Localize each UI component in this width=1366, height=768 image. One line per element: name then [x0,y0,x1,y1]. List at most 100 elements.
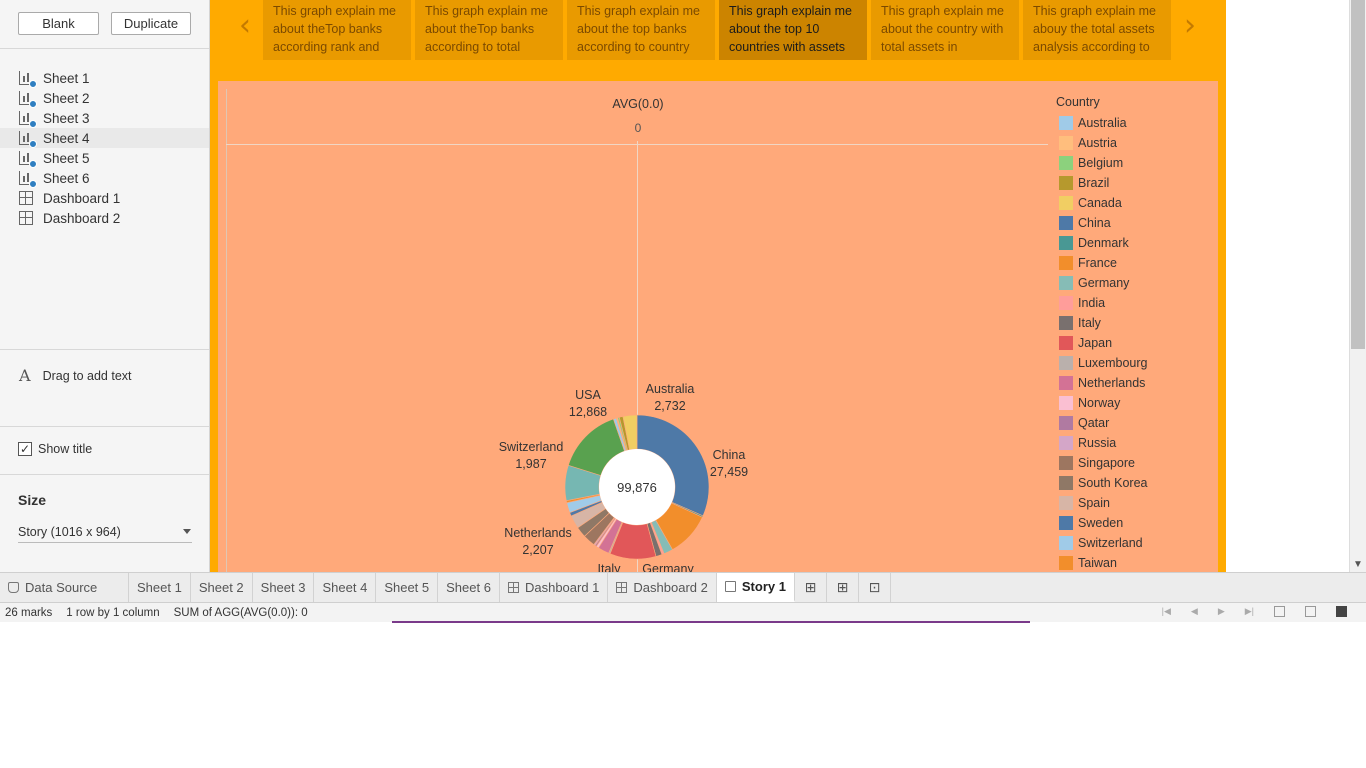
last-sheet-icon[interactable]: ▶| [1245,606,1254,617]
legend-item[interactable]: Italy [1056,313,1216,333]
tab-dashboard-1[interactable]: Dashboard 1 [500,573,609,602]
tab-sheet-1[interactable]: Sheet 1 [129,573,191,602]
dashboard-icon [19,191,33,205]
tabs-view-icon[interactable] [1305,606,1316,617]
new-story-button[interactable]: ⊡ [859,573,891,602]
legend-item[interactable]: Switzerland [1056,533,1216,553]
tab-sheet-6[interactable]: Sheet 6 [438,573,500,602]
legend-swatch [1059,336,1073,350]
sheet-list-item[interactable]: Sheet 1 [0,68,209,88]
legend-item[interactable]: Qatar [1056,413,1216,433]
legend-item[interactable]: France [1056,253,1216,273]
worksheet-icon [19,111,37,128]
legend-item[interactable]: South Korea [1056,473,1216,493]
vertical-scrollbar[interactable]: ▼ [1349,0,1366,572]
legend-item-label: India [1078,296,1106,310]
legend-item[interactable]: Luxembourg [1056,353,1216,373]
story-point-caption[interactable]: This graph explain me about theTop banks… [263,0,411,60]
worksheet-icon [19,171,37,188]
legend-item[interactable]: Netherlands [1056,373,1216,393]
previous-story-point-button[interactable]: ‹ [231,8,259,43]
legend-swatch [1059,556,1073,570]
show-title-label: Show title [38,442,93,456]
legend-item[interactable]: Singapore [1056,453,1216,473]
tab-label: Sheet 3 [260,580,306,595]
story-point-caption[interactable]: This graph explain me about the country … [871,0,1019,60]
story-point-caption[interactable]: This graph explain me abouy the total as… [1023,0,1171,60]
tab-label: Story 1 [741,579,786,594]
sheet-list-item-label: Sheet 3 [43,110,90,126]
tab-data-source[interactable]: Data Source [0,573,129,602]
size-dropdown[interactable]: Story (1016 x 964) [18,521,192,543]
legend-title: Country [1056,95,1100,109]
duplicate-button[interactable]: Duplicate [111,12,191,35]
next-story-point-button[interactable]: › [1176,8,1204,43]
story-sheet-canvas[interactable]: AVG(0.0) 0 99,876 China 27,459 Germany Italy… [218,81,1218,572]
legend-item[interactable]: Germany [1056,273,1216,293]
legend-item-label: Switzerland [1078,536,1143,550]
legend-swatch [1059,136,1073,150]
sheet-list-item-label: Dashboard 1 [43,190,121,206]
legend-swatch [1059,356,1073,370]
legend-item[interactable]: Canada [1056,193,1216,213]
sheet-list-item[interactable]: Dashboard 1 [0,188,209,208]
tab-label: Sheet 1 [137,580,182,595]
legend-item-label: Denmark [1078,236,1129,250]
tab-sheet-4[interactable]: Sheet 4 [314,573,377,602]
legend-item[interactable]: Belgium [1056,153,1216,173]
scrollbar-thumb[interactable] [1351,0,1365,349]
story-point-caption[interactable]: This graph explain me about the top 10 c… [719,0,867,60]
donut-chart[interactable]: 99,876 China 27,459 Germany Italy Netherlands… [218,81,1048,572]
blank-button[interactable]: Blank [18,12,99,35]
show-sheets-icon[interactable] [1336,606,1347,617]
show-title-checkbox[interactable]: ✓ [18,442,32,456]
sheet-list-item[interactable]: Sheet 2 [0,88,209,108]
prev-sheet-icon[interactable]: ◀ [1191,606,1198,617]
story-point-caption[interactable]: This graph explain me about the top bank… [567,0,715,60]
scroll-down-icon[interactable]: ▼ [1353,559,1363,570]
new-worksheet-button[interactable]: ⊞ [795,573,827,602]
legend-item-label: Brazil [1078,176,1110,190]
legend-swatch [1059,176,1073,190]
sheet-list-item[interactable]: Sheet 4 [0,128,209,148]
show-title-toggle[interactable]: ✓ Show title [18,442,92,456]
legend-item[interactable]: Taiwan [1056,553,1216,573]
size-heading: Size [18,492,47,508]
sheet-list-item[interactable]: Dashboard 2 [0,208,209,228]
tab-story-1[interactable]: Story 1 [716,573,795,602]
legend-item[interactable]: Norway [1056,393,1216,413]
tab-sheet-5[interactable]: Sheet 5 [376,573,439,602]
legend-item[interactable]: Russia [1056,433,1216,453]
used-in-story-badge-icon [29,180,37,188]
sheet-list-item[interactable]: Sheet 3 [0,108,209,128]
color-legend[interactable]: Country Australia Austria Belgium Brazil Can… [1056,95,1216,573]
legend-item[interactable]: India [1056,293,1216,313]
drag-text-object[interactable]: A Drag to add text [19,366,132,385]
legend-item[interactable]: Japan [1056,333,1216,353]
tab-dashboard-2[interactable]: Dashboard 2 [608,573,717,602]
legend-item[interactable]: China [1056,213,1216,233]
tab-label: Dashboard 1 [524,580,600,595]
next-sheet-icon[interactable]: ▶ [1218,606,1225,617]
slice-label-netherlands: Netherlands 2,207 [504,526,571,557]
legend-item[interactable]: Sweden [1056,513,1216,533]
legend-item[interactable]: Denmark [1056,233,1216,253]
legend-swatch [1059,116,1073,130]
legend-item[interactable]: Spain [1056,493,1216,513]
legend-item[interactable]: Brazil [1056,173,1216,193]
legend-item[interactable]: Australia [1056,113,1216,133]
sheet-list-item[interactable]: Sheet 6 [0,168,209,188]
divider [0,426,209,427]
sheet-list-item[interactable]: Sheet 5 [0,148,209,168]
dashboard-icon [19,211,33,225]
tab-sheet-2[interactable]: Sheet 2 [191,573,253,602]
tab-sheet-3[interactable]: Sheet 3 [253,573,315,602]
story-point-caption[interactable]: This graph explain me about theTop banks… [415,0,563,60]
new-dashboard-button[interactable]: ⊞ [827,573,859,602]
legend-swatch [1059,516,1073,530]
legend-item-label: Luxembourg [1078,356,1148,370]
filmstrip-view-icon[interactable] [1274,606,1285,617]
first-sheet-icon[interactable]: |◀ [1162,606,1171,617]
legend-item[interactable]: Austria [1056,133,1216,153]
legend-swatch [1059,376,1073,390]
